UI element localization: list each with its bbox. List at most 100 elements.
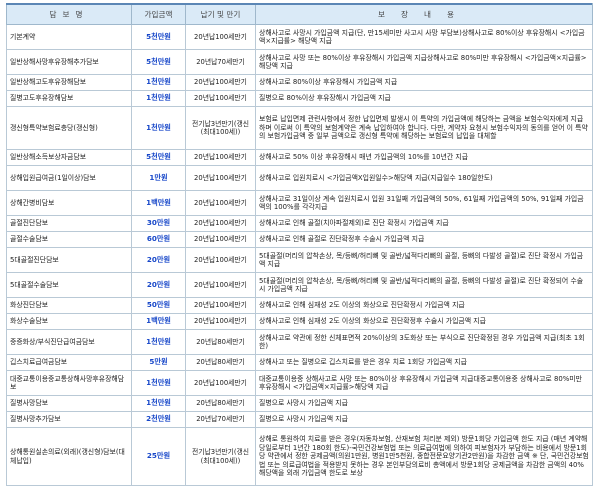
coverage-amount: 20만원 — [131, 272, 186, 298]
coverage-amount: 20만원 — [131, 247, 186, 273]
table-row: 질병사망담보 1천만원 20년납80세만기 질병으로 사망시 가입금액 지급 — [6, 395, 593, 412]
table-row: 기본계약 5천만원 20년납100세만기 상해사고로 사망시 가입금액 지급(단, 만… — [6, 24, 593, 50]
coverage-description: 상해사고로 50% 이상 후유장해시 매년 가입금액의 10%를 10년간 지급 — [255, 149, 593, 166]
coverage-name: 상해간병비담보 — [6, 190, 132, 216]
coverage-term: 20년납70세만기 — [185, 411, 256, 428]
coverage-amount: 50만원 — [131, 297, 186, 314]
table-row: 화상수술담보 1백만원 20년납100세만기 상해사고로 인해 심재성 2도 이상의 … — [6, 313, 593, 330]
table-row: 골절진단담보 30만원 20년납100세만기 상해사고로 인해 골절(치아파절제외)로… — [6, 215, 593, 232]
coverage-description: 질병으로 사망시 가입금액 지급 — [255, 411, 593, 428]
coverage-term: 20년납100세만기 — [185, 370, 256, 396]
coverage-name: 일반상해고도후유장해담보 — [6, 74, 132, 91]
coverage-description: 상해사고로 사망시 가입금액 지급(단, 만15세미만 사고시 사망 부담보)상… — [255, 24, 593, 50]
coverage-term: 20년납100세만기 — [185, 313, 256, 330]
coverage-term: 20년납80세만기 — [185, 329, 256, 355]
table-row: 화상진단담보 50만원 20년납100세만기 상해사고로 인해 심재성 2도 이상의 … — [6, 297, 593, 314]
coverage-name: 상해통원실손의료(외래)(갱신형)담보(대체납입) — [6, 427, 132, 486]
coverage-description: 5대골절(머리의 압착손상, 목/등뼈/허리뼈 및 골반/넓적다리뼈의 골절, … — [255, 247, 593, 273]
coverage-amount: 1천만원 — [131, 106, 186, 150]
table-row: 5대골절수술담보 20만원 20년납100세만기 5대골절(머리의 압착손상, 목/등… — [6, 272, 593, 298]
table-body: 기본계약 5천만원 20년납100세만기 상해사고로 사망시 가입금액 지급(단, 만… — [6, 24, 593, 486]
coverage-term: 전기납3년만기(갱신(최대100세)) — [185, 427, 256, 486]
coverage-name: 상해입원급여금(1일이상)담보 — [6, 165, 132, 191]
coverage-term: 20년납100세만기 — [185, 247, 256, 273]
coverage-amount: 1만원 — [131, 165, 186, 191]
coverage-description: 상해사고로 80%이상 후유장해시 가입금액 지급 — [255, 74, 593, 91]
coverage-description: 보험료 납입면제 관련사항에서 정한 납입면제 발생시 이 특약의 가입금액에 … — [255, 106, 593, 150]
coverage-term: 20년납100세만기 — [185, 231, 256, 248]
table-row: 상해간병비담보 1백만원 20년납100세만기 상해사고로 31일이상 계속 입원치료… — [6, 190, 593, 216]
table-row: 상해입원급여금(1일이상)담보 1만원 20년납100세만기 상해사고로 입원치료시 … — [6, 165, 593, 191]
table-row: 깁스치료급여금담보 5만원 20년납80세만기 상해사고 또는 질병으로 깁스치료를 … — [6, 354, 593, 371]
coverage-name: 깁스치료급여금담보 — [6, 354, 132, 371]
table-row: 질병사망추가담보 2천만원 20년납70세만기 질병으로 사망시 가입금액 지급 — [6, 411, 593, 428]
coverage-description: 상해사고로 31일이상 계속 입원치료시 입원 31일째 가입금액의 50%, … — [255, 190, 593, 216]
coverage-term: 20년납100세만기 — [185, 272, 256, 298]
table-row: 5대골절진단담보 20만원 20년납100세만기 5대골절(머리의 압착손상, 목/등… — [6, 247, 593, 273]
coverage-name: 대중교통이용중교통상해사망후유장해담보 — [6, 370, 132, 396]
coverage-amount: 1천만원 — [131, 329, 186, 355]
coverage-term: 20년납100세만기 — [185, 24, 256, 50]
coverage-description: 상해사고로 인해 골절(치아파절제외)로 진단 확정시 가입금액 지급 — [255, 215, 593, 232]
coverage-amount: 1천만원 — [131, 395, 186, 412]
coverage-amount: 1백만원 — [131, 313, 186, 330]
coverage-amount: 5천만원 — [131, 149, 186, 166]
table-row: 중증화상/부식진단급여금담보 1천만원 20년납80세만기 상해사고로 약관에 정한 … — [6, 329, 593, 355]
coverage-term: 20년납100세만기 — [185, 74, 256, 91]
table-row: 갱신형특약보험료충당(갱신형) 1천만원 전기납3년만기(갱신(최대100세)) 보험… — [6, 106, 593, 150]
coverage-description: 질병으로 80%이상 후유장해시 가입금액 지급 — [255, 90, 593, 107]
header-description: 보장내용 — [255, 3, 593, 25]
coverage-description: 상해로 통원하여 치료를 받은 경우(자동차보험, 산재보험 처리분 제외) 방… — [255, 427, 593, 486]
coverage-description: 상해사고로 인해 골절로 진단확정후 수술시 가입금액 지급 — [255, 231, 593, 248]
coverage-name: 화상진단담보 — [6, 297, 132, 314]
coverage-amount: 5천만원 — [131, 49, 186, 75]
table-row: 일반상해사망후유장해추가담보 5천만원 20년납70세만기 상해사고로 사망 또는 8… — [6, 49, 593, 75]
coverage-name: 화상수술담보 — [6, 313, 132, 330]
header-amount: 가입금액 — [131, 3, 186, 25]
coverage-term: 20년납100세만기 — [185, 190, 256, 216]
coverage-name: 질병사망추가담보 — [6, 411, 132, 428]
header-term: 납기 및 만기 — [185, 3, 256, 25]
coverage-description: 상해사고로 사망 또는 80%이상 후유장해시 가입금액 지급상해사고로 80%… — [255, 49, 593, 75]
table-row: 일반상해고도후유장해담보 1천만원 20년납100세만기 상해사고로 80%이상 후유… — [6, 74, 593, 91]
coverage-amount: 30만원 — [131, 215, 186, 232]
coverage-amount: 5만원 — [131, 354, 186, 371]
table-row: 상해통원실손의료(외래)(갱신형)담보(대체납입) 25만원 전기납3년만기(갱신(… — [6, 427, 593, 486]
coverage-amount: 60만원 — [131, 231, 186, 248]
coverage-name: 골절진단담보 — [6, 215, 132, 232]
coverage-term: 20년납80세만기 — [185, 395, 256, 412]
coverage-name: 질병고도후유장해담보 — [6, 90, 132, 107]
coverage-amount: 2천만원 — [131, 411, 186, 428]
coverage-name: 질병사망담보 — [6, 395, 132, 412]
coverage-amount: 5천만원 — [131, 24, 186, 50]
coverage-description: 5대골절(머리의 압착손상, 목/등뼈/허리뼈 및 골반/넓적다리뼈의 골절, … — [255, 272, 593, 298]
coverage-description: 상해사고로 인해 심재성 2도 이상의 화상으로 진단확정후 수술시 가입금액 … — [255, 313, 593, 330]
coverage-name: 일반상해사망후유장해추가담보 — [6, 49, 132, 75]
coverage-name: 갱신형특약보험료충당(갱신형) — [6, 106, 132, 150]
coverage-name: 골절수술담보 — [6, 231, 132, 248]
coverage-description: 대중교통이용중 상해사고로 사망 또는 80%이상 후유장해시 가입금액 지급대… — [255, 370, 593, 396]
coverage-amount: 25만원 — [131, 427, 186, 486]
coverage-name: 기본계약 — [6, 24, 132, 50]
coverage-amount: 1백만원 — [131, 190, 186, 216]
coverage-term: 전기납3년만기(갱신(최대100세)) — [185, 106, 256, 150]
coverage-term: 20년납70세만기 — [185, 49, 256, 75]
coverage-name: 5대골절수술담보 — [6, 272, 132, 298]
table-row: 일반상해소득보상자금담보 5천만원 20년납100세만기 상해사고로 50% 이상 후… — [6, 149, 593, 166]
header-coverage-name: 담보명 — [6, 3, 132, 25]
coverage-name: 5대골절진단담보 — [6, 247, 132, 273]
coverage-term: 20년납100세만기 — [185, 149, 256, 166]
coverage-table-wrapper: 담보명 가입금액 납기 및 만기 보장내용 기본계약 5천만원 20년납100세만기… — [6, 3, 593, 486]
coverage-description: 상해사고로 약관에 정한 신체표면적 20%이상의 3도화상 또는 부식으로 진… — [255, 329, 593, 355]
coverage-term: 20년납100세만기 — [185, 297, 256, 314]
coverage-name: 중증화상/부식진단급여금담보 — [6, 329, 132, 355]
coverage-amount: 1천만원 — [131, 370, 186, 396]
coverage-description: 상해사고로 입원치료시 <가입금액X입원일수>해당액 지급(지급일수 180일한… — [255, 165, 593, 191]
coverage-table: 담보명 가입금액 납기 및 만기 보장내용 기본계약 5천만원 20년납100세만기… — [6, 3, 593, 486]
coverage-description: 질병으로 사망시 가입금액 지급 — [255, 395, 593, 412]
coverage-term: 20년납80세만기 — [185, 354, 256, 371]
table-row: 질병고도후유장해담보 1천만원 20년납100세만기 질병으로 80%이상 후유장해시… — [6, 90, 593, 107]
table-header-row: 담보명 가입금액 납기 및 만기 보장내용 — [6, 3, 593, 25]
coverage-term: 20년납100세만기 — [185, 90, 256, 107]
table-row: 골절수술담보 60만원 20년납100세만기 상해사고로 인해 골절로 진단확정후 수… — [6, 231, 593, 248]
